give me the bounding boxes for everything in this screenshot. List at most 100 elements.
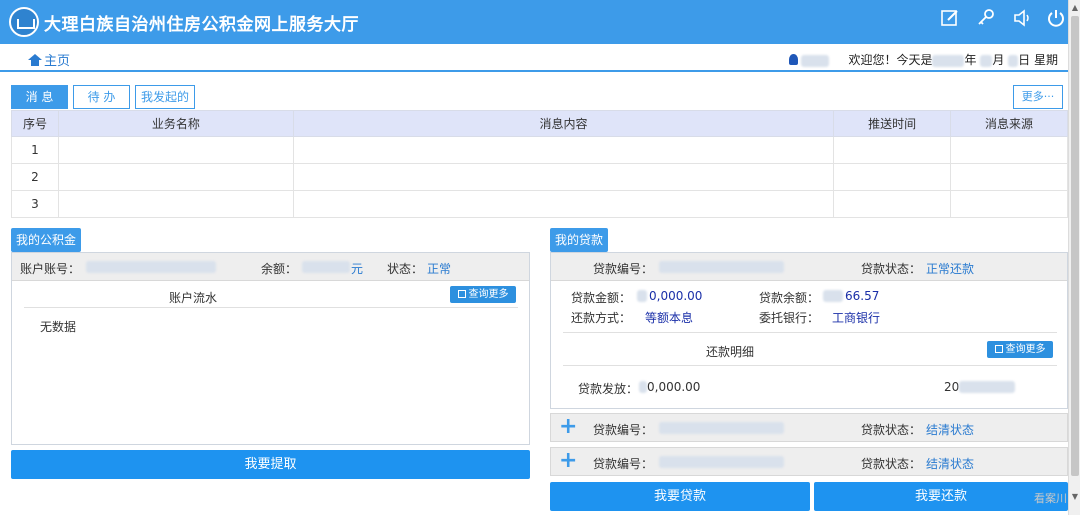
speaker-icon[interactable]	[1010, 8, 1034, 32]
column-header: 推送时间	[833, 110, 952, 137]
column-header: 序号	[11, 110, 59, 137]
divider	[563, 332, 1057, 333]
day-suffix: 日 星期	[1018, 53, 1058, 67]
loan-section-title: 我的贷款	[550, 228, 609, 252]
scroll-down-icon[interactable]: ▼	[1070, 491, 1080, 503]
year-suffix: 年	[964, 53, 977, 67]
column-header: 消息内容	[292, 110, 835, 137]
scrollbar-thumb[interactable]	[1071, 16, 1079, 476]
external-link-icon	[994, 345, 1003, 353]
loan-summary: 贷款编号： 贷款状态： 正常还款	[551, 253, 1067, 281]
month-redacted	[980, 54, 993, 67]
row-time	[833, 190, 952, 218]
app-header: 大理白族自治州住房公积金网上服务大厅	[0, 0, 1068, 44]
loan-no-redacted	[659, 456, 784, 468]
loan-row-settled[interactable]: + 贷款编号： 贷款状态： 结清状态	[550, 413, 1068, 442]
username-redacted	[801, 54, 830, 67]
repay-detail-title: 还款明细	[706, 345, 755, 359]
no-data-text: 无数据	[40, 320, 77, 334]
withdraw-button[interactable]: 我要提取	[11, 450, 530, 479]
loan-status-label: 贷款状态：	[861, 262, 922, 276]
loan-no-redacted	[659, 422, 784, 434]
fund-panel: 账户账号： 余额： 元 状态： 正常 账户流水 查询更多 无数据	[11, 252, 530, 445]
home-icon	[28, 54, 42, 66]
key-icon[interactable]	[974, 8, 998, 32]
column-header: 消息来源	[950, 110, 1068, 137]
tab-initiated[interactable]: 我发起的	[135, 85, 195, 109]
fund-section-title: 我的公积金	[11, 228, 82, 252]
query-more-label: 查询更多	[468, 289, 509, 300]
row-content	[292, 190, 835, 218]
row-source	[950, 163, 1068, 191]
repay-method-value: 等额本息	[645, 311, 694, 325]
message-table: 序号 业务名称 消息内容 推送时间 消息来源 1 2 3	[11, 110, 1068, 218]
divider	[563, 365, 1057, 366]
external-link-icon	[457, 290, 466, 298]
nav-bar: 主页 欢迎您！今天是 年 月 日 星期	[0, 44, 1068, 72]
day-redacted	[1008, 54, 1019, 67]
scroll-up-icon[interactable]: ▲	[1070, 2, 1080, 14]
query-more-label: 查询更多	[1005, 344, 1046, 355]
loan-no-label: 贷款编号：	[593, 457, 654, 471]
expand-icon[interactable]: +	[559, 450, 577, 472]
issue-date-redacted	[959, 381, 1015, 393]
table-row[interactable]: 2	[11, 163, 1068, 191]
issue-value: 0,000.00	[647, 380, 701, 394]
table-row[interactable]: 3	[11, 190, 1068, 218]
balance-label: 余额：	[261, 262, 298, 276]
issue-redacted	[639, 381, 647, 393]
flow-title: 账户流水	[169, 291, 218, 305]
loan-row-settled[interactable]: + 贷款编号： 贷款状态： 结清状态	[550, 447, 1068, 476]
loan-status-value: 正常还款	[926, 262, 975, 276]
status-label: 状态：	[387, 262, 424, 276]
issue-label: 贷款发放：	[578, 382, 639, 396]
tab-todo[interactable]: 待 办	[73, 85, 130, 109]
power-icon[interactable]	[1044, 8, 1068, 32]
loan-query-more-button[interactable]: 查询更多	[987, 341, 1053, 358]
edit-icon[interactable]	[938, 8, 962, 32]
row-time	[833, 163, 952, 191]
welcome-text: 欢迎您！今天是	[848, 53, 933, 67]
issue-date: 20	[944, 380, 960, 394]
row-index: 2	[11, 163, 59, 191]
row-business	[57, 136, 294, 164]
remaining-redacted	[823, 290, 843, 302]
loan-status-value: 结清状态	[926, 423, 975, 437]
loan-status-label: 贷款状态：	[861, 423, 922, 437]
bank-label: 委托银行：	[759, 311, 820, 325]
amount-redacted	[637, 290, 647, 302]
row-index: 3	[11, 190, 59, 218]
fund-query-more-button[interactable]: 查询更多	[450, 286, 516, 303]
row-business	[57, 163, 294, 191]
row-source	[950, 190, 1068, 218]
more-button[interactable]: 更多···	[1013, 85, 1063, 109]
month-suffix: 月	[992, 53, 1005, 67]
row-source	[950, 136, 1068, 164]
expand-icon[interactable]: +	[559, 416, 577, 438]
user-welcome: 欢迎您！今天是 年 月 日 星期	[788, 51, 1058, 68]
fund-summary: 账户账号： 余额： 元 状态： 正常	[12, 253, 529, 281]
year-redacted	[932, 54, 965, 67]
remaining-value: 66.57	[845, 289, 880, 303]
status-value: 正常	[427, 262, 452, 276]
balance-redacted	[302, 261, 350, 273]
table-row[interactable]: 1	[11, 136, 1068, 164]
vertical-scrollbar[interactable]: ▲ ▼	[1068, 0, 1080, 515]
remaining-label: 贷款余额：	[759, 291, 820, 305]
row-time	[833, 136, 952, 164]
watermark-text: 看案川	[1034, 492, 1067, 505]
loan-status-value: 结清状态	[926, 457, 975, 471]
table-header-row: 序号 业务名称 消息内容 推送时间 消息来源	[11, 110, 1068, 137]
home-link[interactable]: 主页	[28, 50, 70, 69]
apply-loan-button[interactable]: 我要贷款	[550, 482, 810, 511]
divider	[24, 307, 518, 308]
row-business	[57, 190, 294, 218]
loan-panel: 贷款编号： 贷款状态： 正常还款 贷款金额： 0,000.00 贷款余额： 66…	[550, 252, 1068, 409]
tab-messages[interactable]: 消 息	[11, 85, 68, 109]
amount-value: 0,000.00	[649, 289, 703, 303]
loan-no-redacted	[659, 261, 784, 273]
amount-label: 贷款金额：	[571, 291, 632, 305]
repay-loan-button[interactable]: 我要还款	[814, 482, 1068, 511]
loan-no-label: 贷款编号：	[593, 262, 654, 276]
repay-method-label: 还款方式：	[571, 311, 632, 325]
